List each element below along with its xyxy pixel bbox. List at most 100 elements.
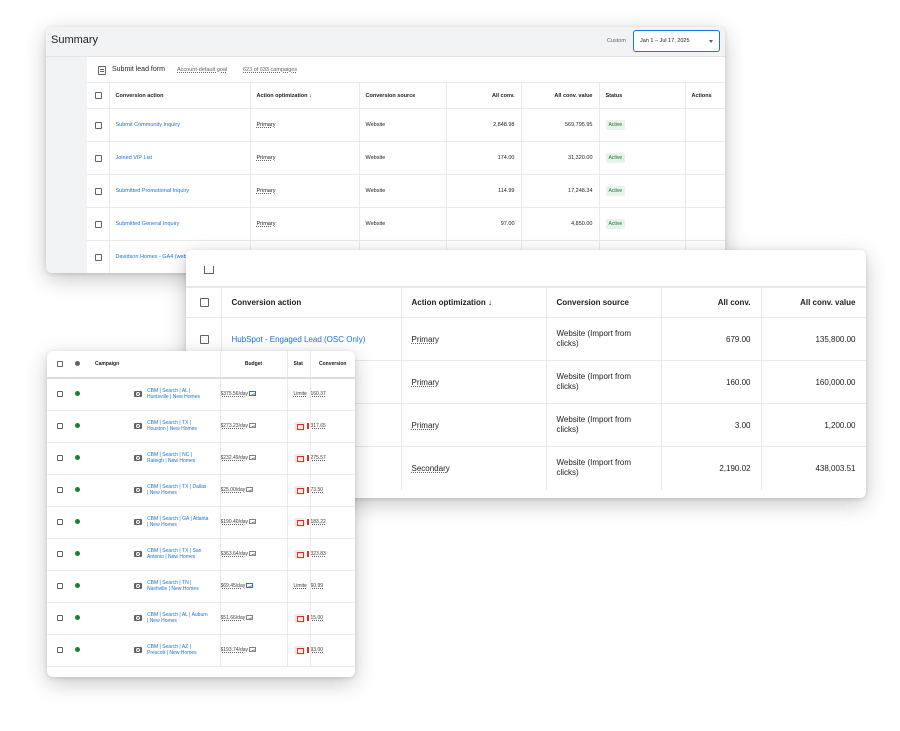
status-text[interactable]: Limite <box>294 583 307 589</box>
row-checkbox[interactable] <box>57 391 63 398</box>
status-text[interactable]: Limite <box>294 391 307 397</box>
table-row[interactable]: CBM | Search | TX | Dallas | New Homes $2… <box>47 474 355 507</box>
col-all-conv-value[interactable]: All conv. value <box>761 287 866 318</box>
enabled-status-dot-icon[interactable] <box>75 422 80 428</box>
row-checkbox[interactable] <box>204 266 214 274</box>
table-row[interactable]: CBM | Search | GA | Atlanta | New Homes $… <box>47 506 355 539</box>
limited-by-budget-icon[interactable] <box>293 517 305 527</box>
limited-by-budget-icon[interactable] <box>293 485 305 495</box>
budget-value[interactable]: $190.40/day <box>221 519 249 525</box>
campaign-name-link[interactable]: CBM | Search | TX | San Antonio | New Ho… <box>147 548 209 560</box>
col-conversion-source[interactable]: Conversion source <box>359 82 447 109</box>
date-range-picker[interactable]: Jan 1 – Jul 17, 2025 <box>633 30 720 52</box>
table-row[interactable]: CBM | Search | AL | Huntsville | New Hom… <box>47 378 355 411</box>
row-checkbox[interactable] <box>57 550 63 557</box>
enabled-status-dot-icon[interactable] <box>75 454 80 460</box>
row-checkbox[interactable] <box>200 334 209 344</box>
enabled-status-dot-icon[interactable] <box>75 646 80 652</box>
col-action-optimization[interactable]: Action optimization ↓ <box>250 82 360 109</box>
optimization-value[interactable]: Primary <box>412 335 440 344</box>
optimization-value[interactable]: Primary <box>257 122 276 128</box>
col-conversions[interactable]: Conversion <box>310 351 355 379</box>
enabled-status-dot-icon[interactable] <box>75 582 80 588</box>
col-all-conv-value[interactable]: All conv. value <box>521 82 600 109</box>
campaign-name-link[interactable]: CBM | Search | TX | Houston | New Homes <box>147 420 209 432</box>
budget-chart-icon[interactable] <box>249 423 257 429</box>
row-checkbox[interactable] <box>57 582 63 589</box>
optimization-value[interactable]: Primary <box>257 188 276 194</box>
campaign-name-link[interactable]: CBM | Search | TN | Nashville | New Home… <box>147 580 209 592</box>
optimization-value[interactable]: Primary <box>412 378 440 387</box>
row-checkbox[interactable] <box>57 486 63 493</box>
col-campaign[interactable]: Campaign <box>85 351 221 379</box>
optimization-value[interactable]: Primary <box>257 155 276 161</box>
limited-by-budget-icon[interactable] <box>293 549 305 559</box>
actions-cell[interactable] <box>685 108 725 142</box>
campaign-name-link[interactable]: CBM | Search | AL | Huntsville | New Hom… <box>147 388 209 400</box>
budget-value[interactable]: $273.23/day <box>221 423 249 429</box>
table-row[interactable]: CBM | Search | TX | Houston | New Homes $… <box>47 410 355 443</box>
limited-by-budget-icon[interactable] <box>293 613 305 623</box>
table-row[interactable]: CBM | Search | AL | Auburn | New Homes $5… <box>47 602 355 635</box>
conversion-action-link[interactable]: Submitted Promotional Inquiry <box>116 188 190 194</box>
table-row[interactable]: Submitted Promotional Inquiry Primary Webs… <box>87 174 725 208</box>
optimization-value[interactable]: Primary <box>257 221 276 227</box>
table-row[interactable]: Submitted General Inquiry Primary Website 9… <box>87 207 725 241</box>
budget-value[interactable]: $25.00/day <box>221 487 246 493</box>
table-row[interactable]: Submit Community Inquiry Primary Website 2,… <box>87 108 725 142</box>
actions-cell[interactable] <box>685 141 725 175</box>
budget-value[interactable]: $193.74/day <box>221 647 249 653</box>
col-conversion-action[interactable]: Conversion action <box>221 287 402 318</box>
conversion-action-link[interactable]: Submit Community Inquiry <box>116 122 181 128</box>
col-status[interactable]: Status <box>599 82 686 109</box>
optimization-value[interactable]: Primary <box>412 421 440 430</box>
row-checkbox[interactable] <box>57 454 63 461</box>
table-row[interactable]: CBM | Search | TN | Nashville | New Home… <box>47 570 355 603</box>
select-all-checkbox[interactable] <box>200 298 209 308</box>
col-all-conv[interactable]: All conv. <box>446 82 522 109</box>
budget-value[interactable]: $69.45/day <box>221 583 246 589</box>
limited-by-budget-icon[interactable] <box>293 453 305 463</box>
col-action-optimization[interactable]: Action optimization ↓ <box>401 287 547 318</box>
conversion-action-link[interactable]: Joined VIP List <box>116 155 153 161</box>
col-all-conv[interactable]: All conv. <box>661 287 762 318</box>
limited-by-budget-icon[interactable] <box>293 421 305 431</box>
budget-value[interactable]: $375.56/day <box>221 391 249 397</box>
budget-chart-icon[interactable] <box>249 647 257 653</box>
campaign-name-link[interactable]: CBM | Search | AL | Auburn | New Homes <box>147 612 209 624</box>
budget-chart-icon[interactable] <box>246 615 254 621</box>
campaign-name-link[interactable]: CBM | Search | GA | Atlanta | New Homes <box>147 516 209 528</box>
limited-by-budget-icon[interactable] <box>293 645 305 655</box>
enabled-status-dot-icon[interactable] <box>75 486 80 492</box>
budget-chart-icon[interactable] <box>246 583 254 589</box>
conversion-action-link[interactable]: Submitted General Inquiry <box>116 221 180 227</box>
budget-chart-icon[interactable] <box>249 391 257 397</box>
table-row[interactable]: CBM | Search | TX | San Antonio | New Ho… <box>47 538 355 571</box>
budget-chart-icon[interactable] <box>249 551 257 557</box>
row-checkbox[interactable] <box>57 646 63 653</box>
table-row[interactable]: Joined VIP List Primary Website 174.00 31,32… <box>87 141 725 175</box>
row-checkbox[interactable] <box>95 253 102 261</box>
enabled-status-dot-icon[interactable] <box>75 614 80 620</box>
select-all-checkbox[interactable] <box>95 92 102 99</box>
table-row[interactable]: CBM | Search | AZ | Prescott | New Homes… <box>47 634 355 667</box>
table-row[interactable]: CBM | Search | NC | Raleigh | New Homes $… <box>47 442 355 475</box>
row-checkbox[interactable] <box>57 614 63 621</box>
budget-chart-icon[interactable] <box>249 519 257 525</box>
campaign-name-link[interactable]: CBM | Search | AZ | Prescott | New Homes <box>147 644 209 656</box>
row-checkbox[interactable] <box>95 220 102 228</box>
row-checkbox[interactable] <box>95 121 102 129</box>
campaign-name-link[interactable]: CBM | Search | NC | Raleigh | New Homes <box>147 452 209 464</box>
col-conversion-action[interactable]: Conversion action <box>109 82 251 109</box>
enabled-status-dot-icon[interactable] <box>75 390 80 396</box>
col-status[interactable]: Stat <box>287 351 311 379</box>
row-checkbox[interactable] <box>57 518 63 525</box>
budget-chart-icon[interactable] <box>246 487 254 493</box>
budget-value[interactable]: $232.49/day <box>221 455 249 461</box>
col-conversion-source[interactable]: Conversion source <box>546 287 662 318</box>
enabled-status-dot-icon[interactable] <box>75 518 80 524</box>
actions-cell[interactable] <box>685 174 725 208</box>
row-checkbox[interactable] <box>95 187 102 195</box>
budget-chart-icon[interactable] <box>249 455 257 461</box>
select-all-checkbox[interactable] <box>57 360 63 367</box>
